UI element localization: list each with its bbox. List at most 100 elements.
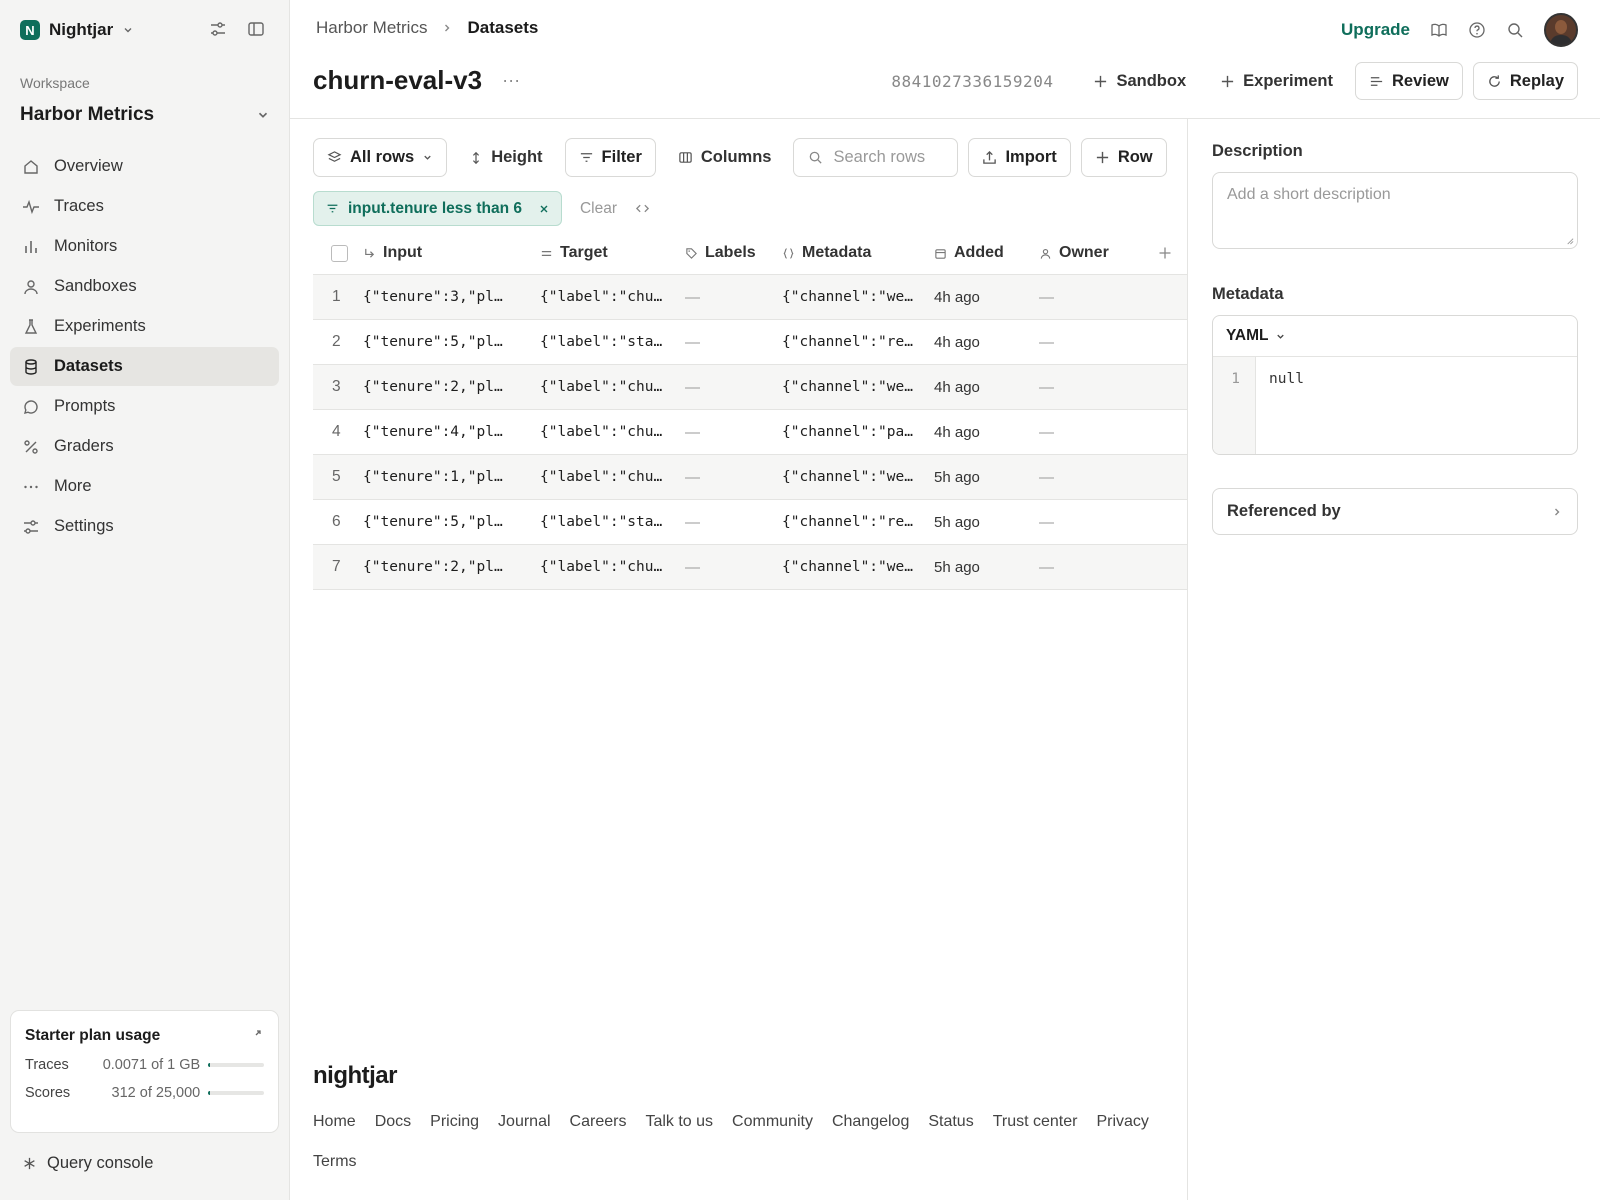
add-column-button[interactable] [1158, 246, 1187, 260]
column-header-input[interactable]: Input [363, 244, 540, 262]
sidebar-item-prompts[interactable]: Prompts [10, 387, 279, 426]
sidebar-item-experiments[interactable]: Experiments [10, 307, 279, 346]
sidebar-item-graders[interactable]: Graders [10, 427, 279, 466]
column-header-labels[interactable]: Labels [685, 244, 782, 262]
review-button[interactable]: Review [1355, 62, 1463, 100]
table-row[interactable]: 6 {"tenure":5,"pl… {"label":"sta… — {"channe… [313, 500, 1187, 545]
column-header-added[interactable]: Added [934, 244, 1039, 262]
select-all-checkbox[interactable] [331, 244, 348, 262]
chevron-down-icon [124, 28, 132, 33]
footer-link[interactable]: Terms [313, 1152, 357, 1172]
sidebar-toggle-icon[interactable] [247, 20, 265, 38]
add-row-button[interactable]: Row [1080, 138, 1167, 177]
footer-link[interactable]: Pricing [430, 1112, 479, 1132]
table-row[interactable]: 5 {"tenure":1,"pl… {"label":"chu… — {"channe… [313, 455, 1187, 500]
footer-link[interactable]: Trust center [993, 1112, 1078, 1132]
sidebar-item-more[interactable]: More [10, 467, 279, 506]
query-console-button[interactable]: Query console [22, 1154, 153, 1173]
sidebar-item-monitors[interactable]: Monitors [10, 227, 279, 266]
footer-link[interactable]: Docs [375, 1112, 411, 1132]
breadcrumb-parent[interactable]: Harbor Metrics [316, 18, 427, 38]
cell-added: 4h ago [934, 333, 980, 351]
header-divider [290, 118, 1600, 119]
cell-owner: — [1039, 423, 1054, 441]
sidebar-item-settings[interactable]: Settings [10, 507, 279, 546]
arrow-up-right-icon[interactable] [252, 1027, 264, 1039]
cell-owner: — [1039, 558, 1054, 576]
footer-link[interactable]: Privacy [1096, 1112, 1148, 1132]
review-label: Review [1392, 71, 1449, 90]
cell-metadata: {"channel":"we… [782, 289, 913, 305]
all-rows-select[interactable]: All rows [313, 138, 448, 177]
filter-chip[interactable]: input.tenure less than 6 [313, 191, 562, 226]
footer-link[interactable]: Talk to us [645, 1112, 713, 1132]
filter-button[interactable]: Filter [564, 138, 656, 177]
cell-input: {"tenure":2,"pl… [363, 379, 503, 395]
equals-icon [541, 250, 552, 256]
workspace-switcher[interactable]: N Nightjar [20, 18, 134, 42]
search-icon[interactable] [1506, 21, 1524, 39]
column-header-owner[interactable]: Owner [1039, 244, 1158, 262]
column-label: Owner [1059, 244, 1109, 261]
column-label: Input [383, 244, 423, 261]
table-row[interactable]: 3 {"tenure":2,"pl… {"label":"chu… — {"channe… [313, 365, 1187, 410]
sidebar-item-datasets[interactable]: Datasets [10, 347, 279, 386]
column-header-target[interactable]: Target [540, 244, 685, 262]
table-row[interactable]: 7 {"tenure":2,"pl… {"label":"chu… — {"channe… [313, 545, 1187, 590]
filter-icon [327, 204, 338, 213]
clear-filters-button[interactable]: Clear [580, 200, 617, 218]
title-more-button[interactable]: ··· [502, 70, 520, 91]
resize-handle-icon[interactable] [1565, 236, 1574, 245]
footer-link[interactable]: Careers [570, 1112, 627, 1132]
bar-chart-icon [25, 240, 37, 253]
cell-input: {"tenure":5,"pl… [363, 334, 503, 350]
table-row[interactable]: 4 {"tenure":4,"pl… {"label":"chu… — {"channe… [313, 410, 1187, 455]
database-icon [25, 358, 37, 375]
footer-link[interactable]: Journal [498, 1112, 550, 1132]
cell-added: 4h ago [934, 423, 980, 441]
plan-usage-card: Starter plan usage Traces 0.0071 of 1 GB… [10, 1010, 279, 1133]
workspace-select[interactable]: Harbor Metrics [20, 104, 270, 126]
footer-link[interactable]: Community [732, 1112, 813, 1132]
referenced-by-row[interactable]: Referenced by [1212, 488, 1578, 535]
code-editor[interactable]: 1 null [1213, 357, 1577, 454]
table-header: Input Target Labels Metadata Added Owner [313, 232, 1187, 275]
cell-metadata: {"channel":"pa… [782, 424, 913, 440]
cell-metadata: {"channel":"re… [782, 514, 913, 530]
cell-owner: — [1039, 378, 1054, 396]
cell-input: {"tenure":4,"pl… [363, 424, 503, 440]
chevron-down-icon [424, 155, 431, 160]
help-icon[interactable] [1468, 21, 1486, 39]
footer-link[interactable]: Changelog [832, 1112, 909, 1132]
column-header-metadata[interactable]: Metadata [782, 244, 934, 262]
sidebar-item-traces[interactable]: Traces [10, 187, 279, 226]
dataset-table: Input Target Labels Metadata Added Owner… [313, 232, 1187, 590]
cell-owner: — [1039, 288, 1054, 306]
sliders-icon [24, 519, 38, 534]
height-button[interactable]: Height [457, 138, 554, 177]
table-row[interactable]: 2 {"tenure":5,"pl… {"label":"sta… — {"channe… [313, 320, 1187, 365]
search-input[interactable]: Search rows [793, 138, 959, 177]
description-field[interactable]: Add a short description [1212, 172, 1578, 249]
replay-button[interactable]: Replay [1472, 62, 1578, 100]
import-button[interactable]: Import [968, 138, 1071, 177]
cell-owner: — [1039, 333, 1054, 351]
cell-target: {"label":"sta… [540, 514, 663, 530]
code-icon[interactable] [635, 201, 650, 216]
upgrade-link[interactable]: Upgrade [1341, 20, 1410, 40]
book-icon[interactable] [1430, 21, 1448, 39]
table-row[interactable]: 1 {"tenure":3,"pl… {"label":"chu… — {"channe… [313, 275, 1187, 320]
search-placeholder: Search rows [833, 148, 926, 166]
footer-link[interactable]: Home [313, 1112, 356, 1132]
format-select[interactable]: YAML [1213, 316, 1577, 357]
columns-button[interactable]: Columns [666, 138, 784, 177]
sliders-icon[interactable] [209, 20, 227, 38]
sidebar-item-sandboxes[interactable]: Sandboxes [10, 267, 279, 306]
sandbox-button[interactable]: Sandbox [1081, 62, 1198, 100]
avatar[interactable] [1544, 13, 1578, 47]
sidebar-item-overview[interactable]: Overview [10, 147, 279, 186]
experiment-button[interactable]: Experiment [1208, 62, 1345, 100]
footer-link[interactable]: Status [928, 1112, 973, 1132]
close-icon[interactable] [539, 204, 549, 214]
cell-metadata: {"channel":"re… [782, 334, 913, 350]
